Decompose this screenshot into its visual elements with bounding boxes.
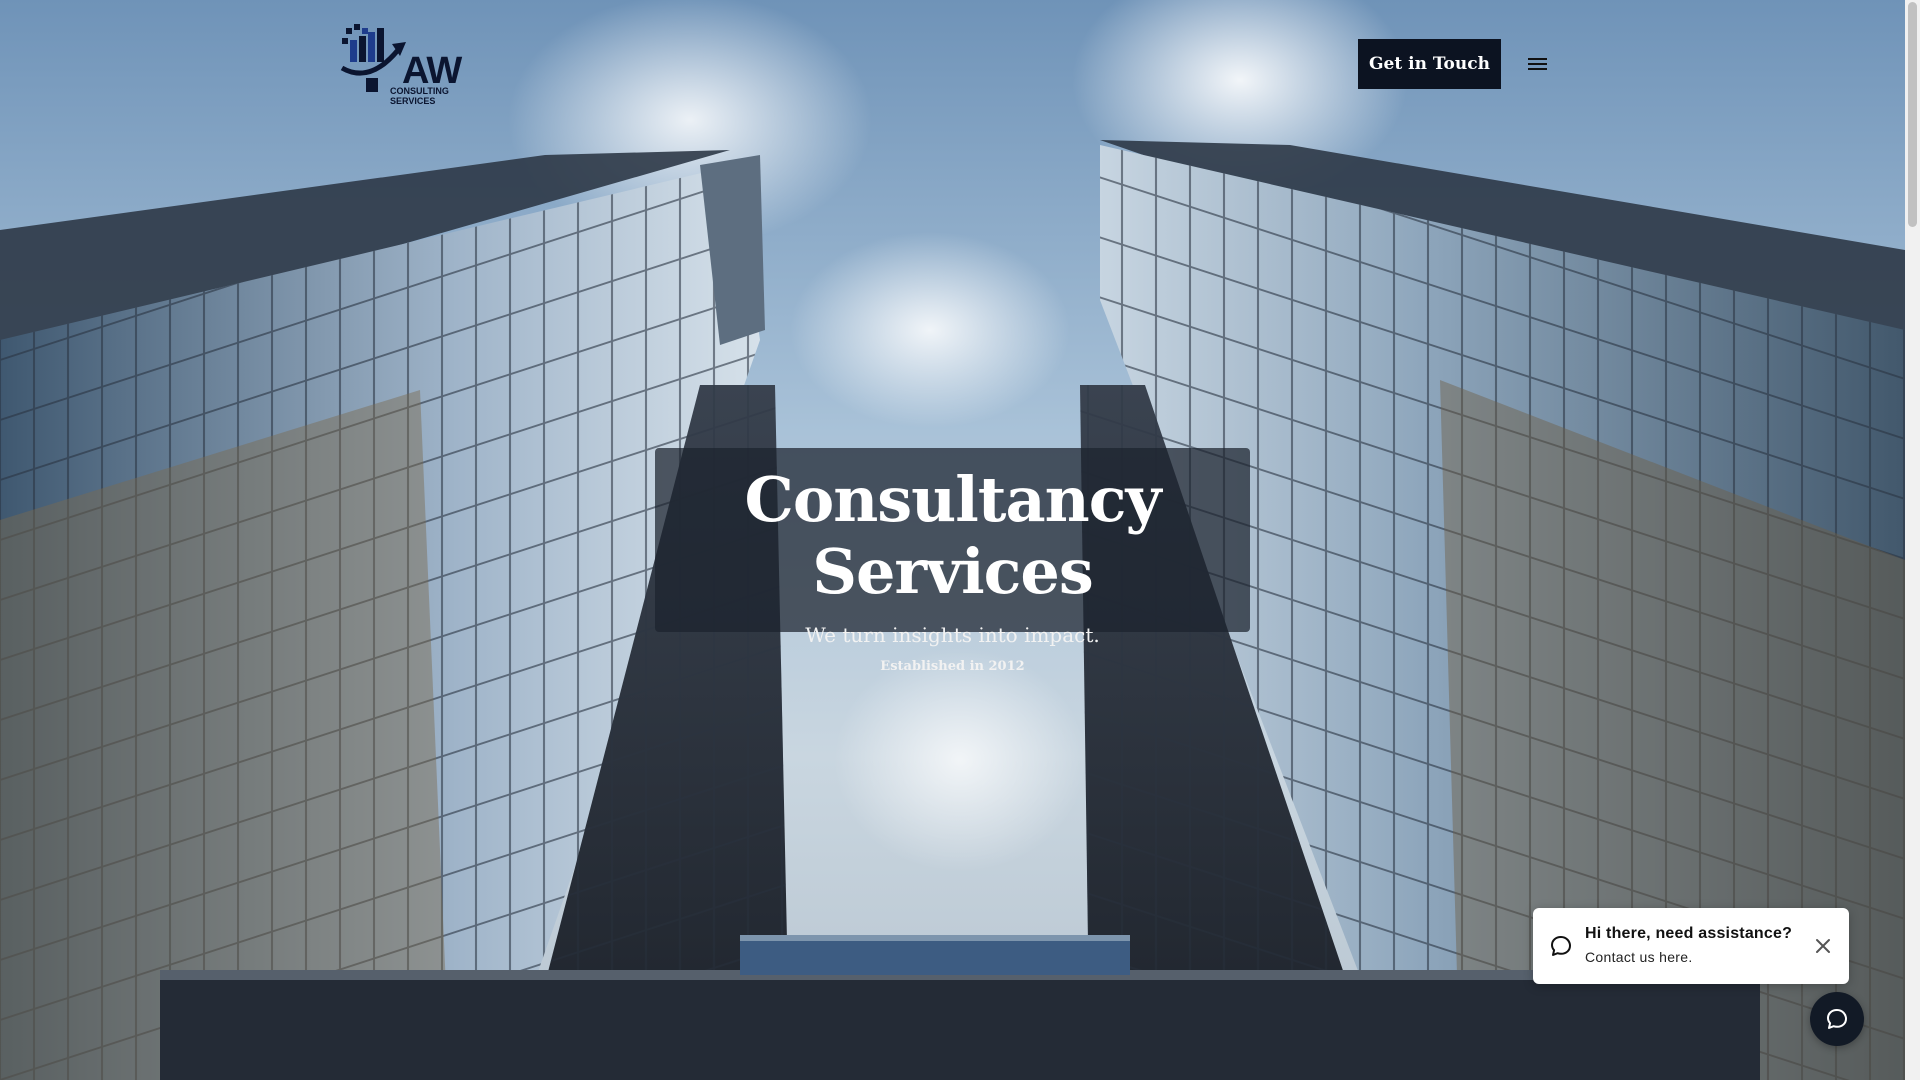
hamburger-menu-button[interactable] <box>1524 50 1552 78</box>
hero-subtitle: We turn insights into impact. <box>805 623 1100 647</box>
chat-bubble-icon <box>1827 1009 1847 1029</box>
page-scrollbar[interactable] <box>1905 0 1920 1080</box>
chat-launcher-button[interactable] <box>1810 992 1864 1046</box>
page-title: Consultancy Services <box>744 463 1162 608</box>
scrollbar-thumb[interactable] <box>1908 2 1917 227</box>
logo-subtext-line1: CONSULTING <box>390 86 449 96</box>
logo-text-aw: AW <box>402 50 462 92</box>
close-icon[interactable] <box>1813 936 1833 956</box>
established-text: Established in 2012 <box>880 659 1025 674</box>
hamburger-menu-icon <box>1528 58 1547 70</box>
company-logo[interactable]: AW CONSULTING SERVICES <box>340 22 470 108</box>
chat-bubble-icon <box>1551 936 1571 956</box>
get-in-touch-button[interactable]: Get in Touch <box>1358 39 1501 89</box>
logo-subtext: CONSULTING SERVICES <box>390 86 449 106</box>
logo-subtext-line2: SERVICES <box>390 96 436 106</box>
chat-popup-title: Hi there, need assistance? <box>1585 925 1793 942</box>
hero-title-box: Consultancy Services We turn insights in… <box>655 448 1250 674</box>
chat-popup[interactable]: Hi there, need assistance? Contact us he… <box>1533 908 1849 984</box>
chat-popup-subtitle: Contact us here. <box>1585 949 1693 965</box>
